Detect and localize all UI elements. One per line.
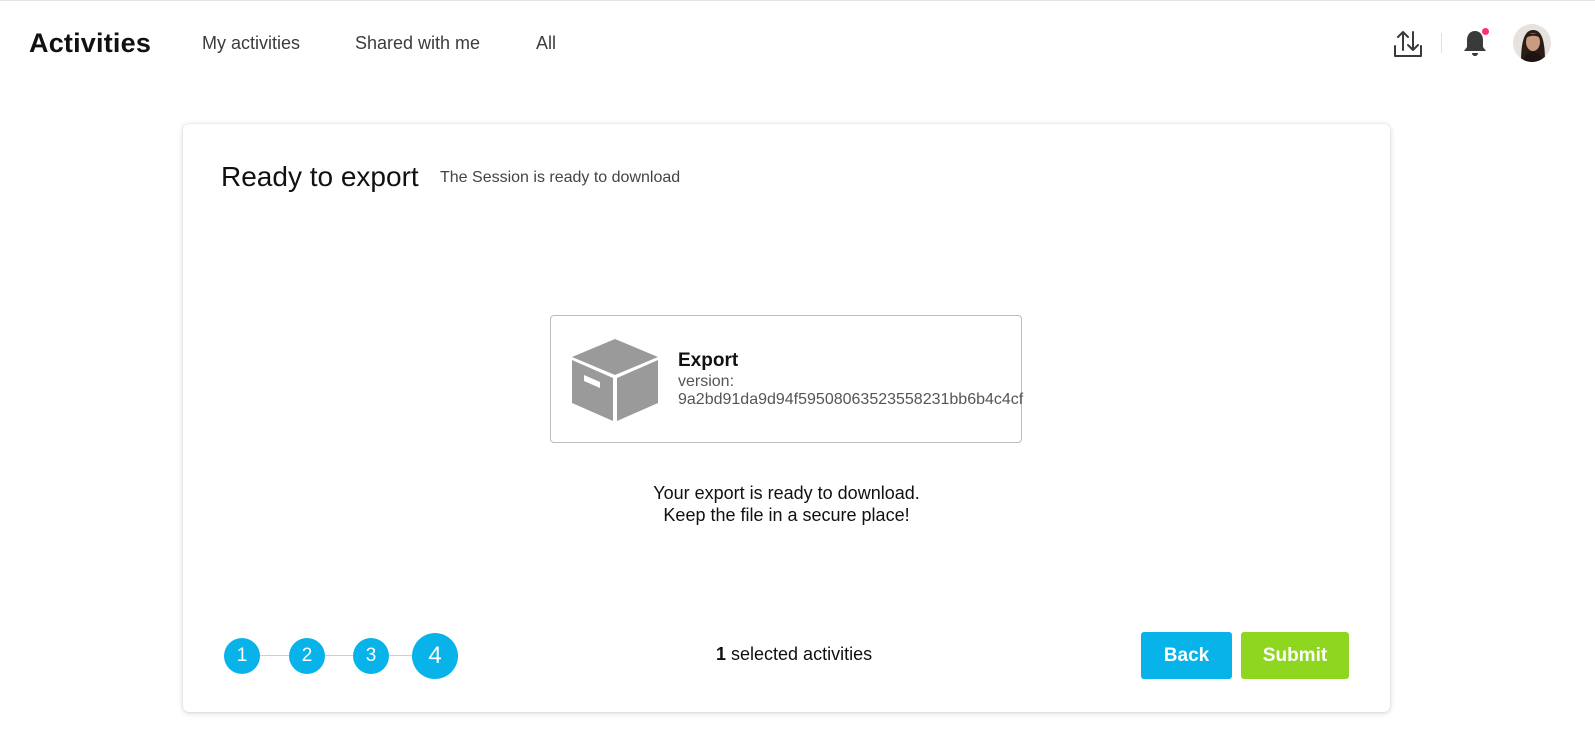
- export-version-label: version:: [678, 373, 735, 390]
- notification-dot: [1482, 28, 1489, 35]
- nav-shared-with-me[interactable]: Shared with me: [355, 33, 480, 54]
- export-version-value: 9a2bd91da9d94f59508063523558231bb6b4c4cf: [678, 391, 1024, 408]
- nav-all[interactable]: All: [536, 33, 556, 54]
- box-icon: [572, 339, 658, 421]
- ready-message-line-2: Keep the file in a secure place!: [663, 505, 910, 525]
- selected-label: selected activities: [726, 644, 873, 664]
- step-2[interactable]: 2: [289, 638, 325, 674]
- export-card: Ready to export The Session is ready to …: [183, 124, 1390, 712]
- stepper: 1 2 3 4: [224, 632, 464, 680]
- ready-message: Your export is ready to download. Keep t…: [183, 482, 1390, 526]
- export-name: Export: [678, 350, 739, 371]
- upload-icon[interactable]: [1393, 29, 1423, 59]
- step-3[interactable]: 3: [353, 638, 389, 674]
- nav-my-activities[interactable]: My activities: [202, 33, 300, 54]
- step-1[interactable]: 1: [224, 638, 260, 674]
- app-header: Activities My activities Shared with me …: [0, 1, 1595, 85]
- selected-activities-info: 1 selected activities: [716, 644, 872, 665]
- submit-button[interactable]: Submit: [1241, 632, 1349, 679]
- card-subtitle: The Session is ready to download: [440, 169, 681, 186]
- export-file-box[interactable]: Export version: 9a2bd91da9d94f5950806352…: [550, 315, 1024, 443]
- back-button[interactable]: Back: [1141, 632, 1232, 679]
- ready-message-line-1: Your export is ready to download.: [653, 483, 920, 503]
- card-title: Ready to export: [221, 161, 419, 192]
- header-divider: [1441, 33, 1442, 53]
- avatar[interactable]: [1513, 24, 1551, 62]
- step-4-current[interactable]: 4: [412, 633, 458, 679]
- selected-count: 1: [716, 644, 727, 664]
- app-title: Activities: [29, 28, 152, 58]
